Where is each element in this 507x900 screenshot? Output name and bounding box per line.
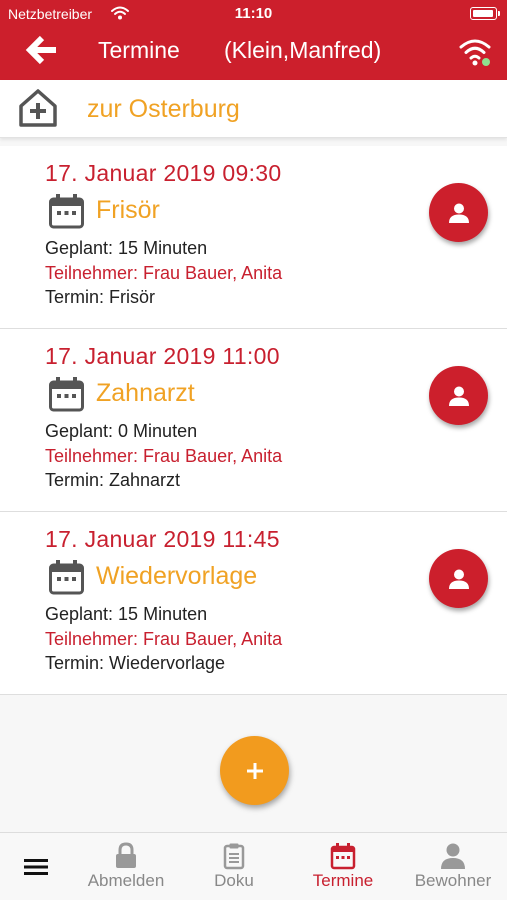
calendar-icon xyxy=(49,377,84,412)
clock: 11:10 xyxy=(234,5,273,22)
appointment-title: Wiedervorlage xyxy=(96,562,258,590)
calendar-icon xyxy=(49,560,84,595)
back-arrow-icon[interactable] xyxy=(22,34,62,66)
appointment-planned: Geplant: 15 Minuten xyxy=(45,238,208,258)
facility-icon xyxy=(19,89,57,127)
appointment-card[interactable]: 17. Januar 2019 11:45 Wiedervorlage Gepl… xyxy=(0,512,507,695)
header: Netzbetreiber 11:10 Termine (Klein,Manfr… xyxy=(0,0,507,80)
tab-label: Termine xyxy=(312,871,374,890)
battery-icon xyxy=(470,7,500,20)
tab-abmelden[interactable]: Abmelden xyxy=(76,833,176,900)
location-name: zur Osterburg xyxy=(87,95,240,123)
appointment-datetime: 17. Januar 2019 09:30 xyxy=(45,160,282,186)
add-appointment-button[interactable] xyxy=(220,736,289,805)
location-selector[interactable]: zur Osterburg xyxy=(0,80,507,138)
tab-doku[interactable]: Doku xyxy=(194,833,274,900)
tab-label: Abmelden xyxy=(87,871,165,890)
appointment-title: Zahnarzt xyxy=(96,379,195,407)
appointment-termin: Termin: Zahnarzt xyxy=(45,470,181,490)
person-icon xyxy=(441,843,465,869)
person-icon xyxy=(448,569,469,589)
hamburger-menu-icon[interactable] xyxy=(22,855,50,879)
appointment-datetime: 17. Januar 2019 11:45 xyxy=(45,526,280,552)
appointment-participant: Teilnehmer: Frau Bauer, Anita xyxy=(45,446,283,466)
participant-button[interactable] xyxy=(429,366,488,425)
page-title: Termine xyxy=(98,37,180,63)
participant-button[interactable] xyxy=(429,549,488,608)
appointment-participant: Teilnehmer: Frau Bauer, Anita xyxy=(45,629,283,649)
appointment-datetime: 17. Januar 2019 11:00 xyxy=(45,343,280,369)
appointment-planned: Geplant: 0 Minuten xyxy=(45,421,198,441)
tab-label: Bewohner xyxy=(414,871,492,890)
appointment-participant: Teilnehmer: Frau Bauer, Anita xyxy=(45,263,283,283)
plus-icon xyxy=(246,762,263,779)
tab-bewohner[interactable]: Bewohner xyxy=(406,833,500,900)
appointment-planned: Geplant: 15 Minuten xyxy=(45,604,208,624)
appointment-termin: Termin: Frisör xyxy=(45,287,156,307)
appointment-card[interactable]: 17. Januar 2019 11:00 Zahnarzt Geplant: … xyxy=(0,329,507,512)
online-indicator xyxy=(482,58,490,66)
tab-termine[interactable]: Termine xyxy=(298,833,388,900)
appointment-card[interactable]: 17. Januar 2019 09:30 Frisör Geplant: 15… xyxy=(0,146,507,329)
person-icon xyxy=(448,203,469,223)
lock-icon xyxy=(116,842,136,868)
nav-bar: Termine (Klein,Manfred) xyxy=(0,28,507,80)
tab-label: Doku xyxy=(214,871,254,890)
clipboard-icon xyxy=(223,843,245,870)
appointment-title: Frisör xyxy=(96,196,160,224)
calendar-icon xyxy=(49,194,84,229)
appointment-termin: Termin: Wiedervorlage xyxy=(45,653,226,673)
calendar-icon xyxy=(330,843,356,870)
resident-name: (Klein,Manfred) xyxy=(224,37,382,63)
tab-bar: Abmelden Doku Termine Bewohner xyxy=(0,832,507,900)
person-icon xyxy=(448,386,469,406)
status-bar: Netzbetreiber 11:10 xyxy=(0,0,507,28)
participant-button[interactable] xyxy=(429,183,488,242)
